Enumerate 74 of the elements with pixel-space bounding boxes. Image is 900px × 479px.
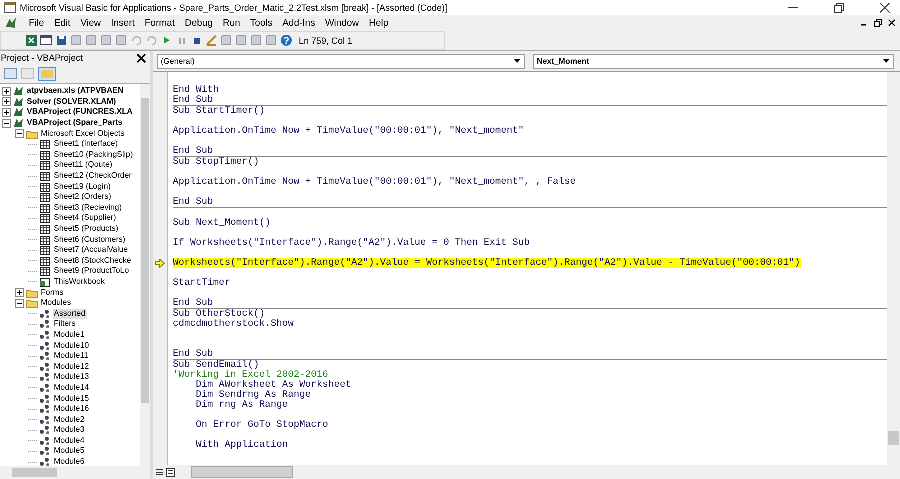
code-line: End Sub — [173, 95, 214, 105]
tree-item[interactable]: Microsoft Excel Objects — [40, 128, 126, 139]
tree-item[interactable]: Sheet2 (Orders) — [53, 192, 112, 202]
menu-item[interactable]: Insert — [106, 18, 140, 28]
cursor-position: Ln 759, Col 1 — [299, 36, 353, 46]
tree-item[interactable]: Module13 — [53, 372, 90, 382]
tree-item[interactable]: Sheet10 (PackingSlip) — [53, 150, 134, 160]
tree-item[interactable]: atpvbaen.xls (ATPVBAEN — [26, 86, 125, 96]
tree-item[interactable]: Module6 — [53, 457, 86, 466]
tree-item[interactable]: Assorted — [53, 308, 87, 319]
procedure-dropdown[interactable]: Next_Moment — [533, 54, 894, 68]
code-line: With Application — [195, 440, 288, 450]
tree-item[interactable]: Solver (SOLVER.XLAM) — [26, 96, 118, 107]
menu-item[interactable]: Run — [218, 18, 246, 28]
code-line: End Sub — [173, 197, 214, 207]
code-line: Sub StartTimer() — [173, 106, 266, 116]
tree-item[interactable]: Module10 — [53, 340, 90, 351]
code-line: End Sub — [173, 146, 214, 156]
tree-item[interactable]: Sheet19 (Login) — [53, 182, 112, 192]
code-line: Sub SendEmail() — [173, 360, 260, 370]
tree-item[interactable]: Sheet6 (Customers) — [53, 234, 127, 245]
window-title: Microsoft Visual Basic for Applications - Spare_Parts_Order_Matic_2.2Test.xlsm [break] - [Assorted (Code)] — [20, 2, 448, 12]
tree-item[interactable]: Module4 — [53, 436, 86, 446]
code-line: Dim rng As Range — [195, 400, 288, 410]
tree-item[interactable]: Sheet4 (Supplier) — [53, 213, 118, 224]
tree-item[interactable]: Sheet8 (StockChecke — [53, 256, 132, 266]
tree-item[interactable]: Sheet11 (Qoute) — [53, 160, 114, 170]
code-line: On Error GoTo StopMacro — [195, 420, 328, 430]
menu-item[interactable]: Debug — [180, 18, 218, 28]
tree-item[interactable]: Modules — [40, 298, 72, 308]
code-line: Sub OtherStock() — [173, 309, 266, 319]
tree-item[interactable]: Module5 — [53, 446, 86, 456]
tree-item[interactable]: Module15 — [53, 394, 90, 404]
code-line: Application.OnTime Now + TimeValue("00:00:01"), "Next_moment" — [173, 126, 524, 136]
tree-item[interactable]: Module12 — [53, 362, 90, 372]
tree-item[interactable]: Sheet1 (Interface) — [53, 139, 120, 150]
pane-title: Project - VBAProject — [1, 53, 84, 63]
code-line: End With — [173, 85, 220, 95]
code-line: cdmcdmotherstock.Show — [173, 319, 294, 329]
code-line: Dim AWorksheet As Worksheet — [195, 380, 352, 390]
code-line: End Sub — [173, 298, 214, 308]
tree-item[interactable]: VBAProject (Spare_Parts — [26, 118, 124, 128]
tree-item[interactable]: ThisWorkbook — [53, 276, 106, 287]
menu-item[interactable]: Add-Ins — [278, 18, 320, 28]
tree-item[interactable]: Sheet5 (Products) — [53, 224, 120, 234]
tree-item[interactable]: Sheet7 (AccualValue — [53, 245, 130, 256]
menu-item[interactable]: Format — [140, 18, 180, 28]
tree-item[interactable]: Sheet12 (CheckOrder — [53, 171, 133, 182]
tree-item[interactable]: Module1 — [53, 330, 86, 340]
tree-item[interactable]: Forms — [40, 288, 65, 298]
code-line: Dim Sendrng As Range — [195, 390, 312, 400]
tree-item[interactable]: Sheet9 (ProductToLo — [53, 266, 130, 276]
tree-item[interactable]: Module14 — [53, 382, 90, 393]
menu-item[interactable]: Window — [320, 18, 364, 28]
menu-item[interactable]: Edit — [49, 18, 76, 28]
tree-item[interactable]: Module16 — [53, 404, 90, 414]
menu-item[interactable]: Help — [364, 18, 394, 28]
tree-item[interactable]: Module2 — [53, 414, 86, 425]
menu-item[interactable]: Tools — [245, 18, 278, 28]
tree-item[interactable]: Sheet3 (Recieving) — [53, 202, 124, 213]
menu-item[interactable]: View — [76, 18, 106, 28]
code-comment: 'Working in Excel 2002-2016 — [173, 370, 328, 380]
tree-item[interactable]: Module3 — [53, 425, 86, 436]
tree-item[interactable]: Filters — [53, 319, 77, 330]
code-line: Sub Next_Moment() — [173, 218, 271, 228]
object-dropdown[interactable]: (General) — [157, 54, 525, 68]
code-line: Application.OnTime Now + TimeValue("00:00:01"), "Next_moment", , False — [173, 177, 576, 187]
code-line: End Sub — [173, 349, 214, 359]
code-line: StartTimer — [173, 278, 231, 288]
tree-item[interactable]: VBAProject (FUNCRES.XLA — [26, 107, 134, 118]
tree-item[interactable]: Module11 — [53, 351, 90, 362]
code-line: Sub StopTimer() — [173, 157, 260, 167]
menu-item[interactable]: File — [24, 18, 50, 28]
code-line: If Worksheets("Interface").Range("A2").Value = 0 Then Exit Sub — [173, 238, 530, 248]
